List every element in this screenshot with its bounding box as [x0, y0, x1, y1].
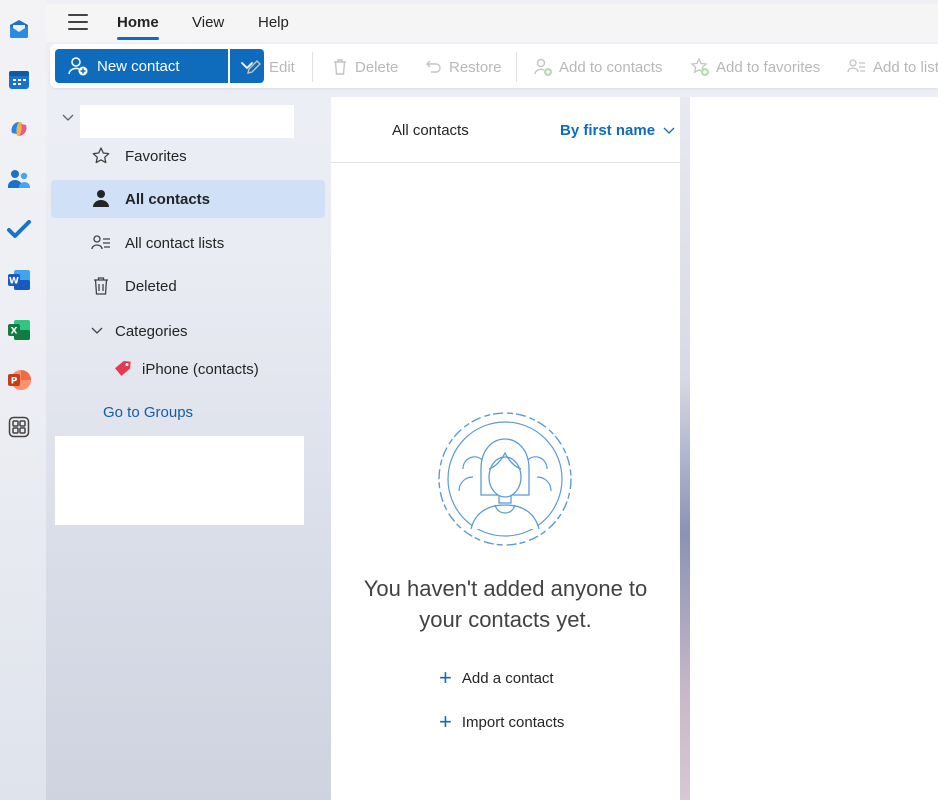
star-add-icon: [690, 57, 709, 76]
chevron-down-icon: [62, 114, 74, 121]
nav-item-label: Favorites: [125, 147, 187, 165]
contact-detail-pane: [690, 97, 938, 800]
pencil-icon: [247, 60, 261, 74]
contact-list-icon: [90, 232, 112, 254]
categories-label: Categories: [115, 322, 188, 340]
tab-view[interactable]: View: [192, 14, 224, 31]
account-header[interactable]: [54, 104, 294, 138]
restore-button[interactable]: Restore: [425, 56, 502, 78]
nav-item-label: All contacts: [125, 190, 211, 208]
add-a-contact-label: Add a contact: [461, 669, 554, 687]
people-icon[interactable]: [7, 167, 31, 191]
app-rail: W X P: [0, 0, 46, 800]
nav-item-label: iPhone (contacts): [142, 360, 259, 378]
empty-message-line2: your contacts yet.: [419, 607, 592, 632]
new-contact-button[interactable]: New contact: [55, 49, 228, 83]
todo-icon[interactable]: [7, 217, 31, 241]
nav-item-label: All contact lists: [125, 234, 225, 252]
edit-label: Edit: [269, 58, 295, 76]
calendar-icon[interactable]: [7, 68, 31, 92]
import-contacts-label: Import contacts: [461, 713, 565, 731]
nav-item-label: Deleted: [125, 277, 177, 295]
plus-icon: +: [439, 709, 452, 734]
star-icon: [90, 145, 112, 167]
outlook-mail-icon[interactable]: [7, 17, 31, 41]
add-person-icon: [67, 55, 89, 77]
toolbar-divider: [312, 52, 313, 82]
categories-toggle[interactable]: Categories: [51, 312, 188, 350]
trash-icon: [334, 59, 346, 75]
add-to-favorites-button[interactable]: Add to favorites: [690, 56, 820, 78]
trash-icon: [90, 275, 112, 297]
go-to-groups-link[interactable]: Go to Groups: [103, 404, 193, 421]
nav-item-all-contacts[interactable]: All contacts: [51, 180, 325, 218]
sort-dropdown[interactable]: By first name: [560, 122, 675, 139]
empty-message-line1: You haven't added anyone to: [363, 576, 648, 601]
contacts-list-pane: All contacts By first name You haven't a…: [331, 97, 680, 800]
edit-button[interactable]: Edit: [245, 56, 295, 78]
account-name: [80, 105, 294, 138]
add-person-icon: [534, 58, 552, 76]
copilot-icon[interactable]: [7, 117, 31, 141]
empty-state-message: You haven't added anyone to your contact…: [331, 573, 680, 635]
hamburger-menu-icon[interactable]: [68, 14, 88, 30]
toolbar-divider: [516, 52, 517, 82]
list-header: All contacts By first name: [331, 97, 680, 163]
svg-text:P: P: [11, 377, 18, 387]
add-to-list-button[interactable]: Add to list: [847, 56, 938, 78]
svg-text:X: X: [11, 327, 18, 337]
person-icon: [90, 188, 112, 210]
navigation-pane: Favorites All contacts All contact lists…: [46, 92, 330, 800]
tab-home[interactable]: Home: [117, 14, 159, 40]
nav-item-deleted[interactable]: Deleted: [51, 267, 325, 305]
chevron-down-icon: [91, 327, 103, 334]
tag-icon: [112, 358, 134, 380]
apps-icon[interactable]: [7, 415, 31, 439]
delete-button[interactable]: Delete: [331, 56, 398, 78]
empty-contacts-illustration: [437, 411, 573, 550]
excel-icon[interactable]: X: [7, 318, 31, 342]
background-strip: [680, 97, 690, 800]
chevron-down-icon: [663, 127, 675, 134]
menu-bar: Home View Help: [46, 4, 938, 42]
contact-list-icon: [847, 59, 865, 73]
delete-label: Delete: [355, 58, 399, 76]
nav-item-category-iphone[interactable]: iPhone (contacts): [51, 350, 325, 388]
add-to-contacts-button[interactable]: Add to contacts: [533, 56, 662, 78]
restore-label: Restore: [449, 58, 502, 76]
add-to-list-label: Add to list: [873, 58, 938, 76]
add-a-contact-button[interactable]: + Add a contact: [439, 666, 554, 690]
svg-text:W: W: [9, 277, 19, 287]
import-contacts-button[interactable]: + Import contacts: [439, 710, 564, 734]
new-contact-label: New contact: [97, 57, 180, 75]
plus-icon: +: [439, 665, 452, 690]
nav-item-all-contact-lists[interactable]: All contact lists: [51, 224, 325, 262]
tab-help[interactable]: Help: [258, 14, 289, 31]
powerpoint-icon[interactable]: P: [7, 368, 31, 392]
ribbon-toolbar: New contact Edit Delete Restore Add to c…: [50, 44, 938, 88]
list-title: All contacts: [392, 122, 469, 139]
nav-item-favorites[interactable]: Favorites: [51, 137, 325, 175]
word-icon[interactable]: W: [7, 268, 31, 292]
undo-icon: [426, 60, 441, 73]
add-to-favorites-label: Add to favorites: [716, 58, 821, 76]
blank-panel: [55, 436, 304, 525]
add-to-contacts-label: Add to contacts: [559, 58, 663, 76]
sort-label: By first name: [560, 122, 656, 139]
